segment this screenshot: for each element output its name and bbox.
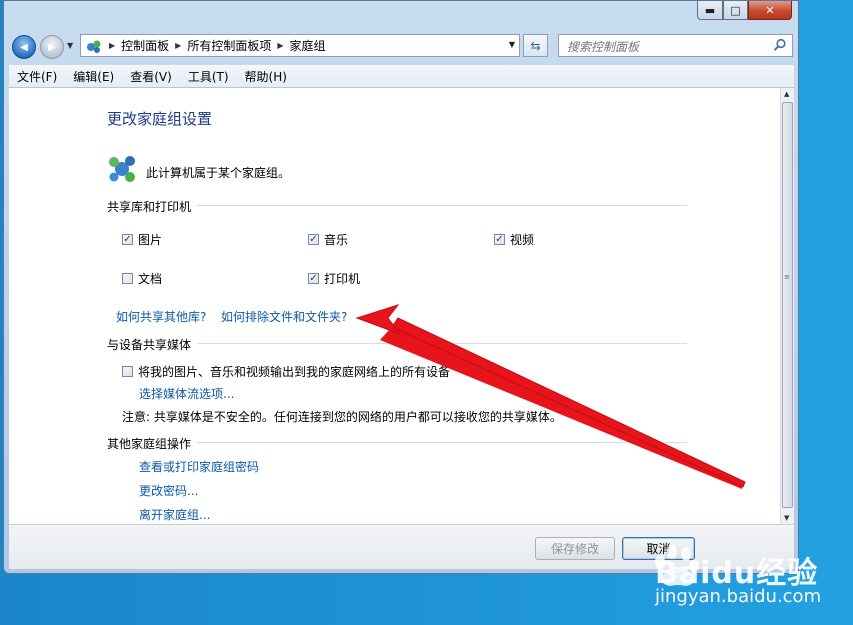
checkbox-unchecked-icon[interactable] [122,366,133,377]
share-documents-checkbox[interactable]: 文档 [122,270,162,287]
close-button[interactable]: ✕ [748,1,792,20]
minimize-button[interactable]: ▬ [697,1,723,20]
watermark-url: jingyan.baidu.com [655,586,822,607]
refresh-button[interactable]: ⇆ [523,34,548,57]
scroll-up-icon[interactable]: ▲ [784,90,789,98]
checkbox-checked-icon[interactable]: ✓ [122,234,133,245]
navigation-bar: ◀ ▶ ▼ ▶ 控制面板 ▶ 所有控制面板项 ▶ 家庭组 ▼ ⇆ [4,29,798,63]
menu-tools[interactable]: 工具(T) [180,68,237,85]
menu-edit[interactable]: 编辑(E) [65,68,122,85]
maximize-button[interactable]: □ [723,1,748,20]
section-divider [197,442,687,443]
address-bar[interactable]: ▶ 控制面板 ▶ 所有控制面板项 ▶ 家庭组 ▼ [80,34,520,57]
checkbox-checked-icon[interactable]: ✓ [308,234,319,245]
scroll-thumb[interactable] [782,102,793,508]
menu-view[interactable]: 查看(V) [122,68,180,85]
breadcrumb-all-items[interactable]: 所有控制面板项 [187,37,271,54]
breadcrumb-separator-icon[interactable]: ▶ [175,41,181,50]
media-streaming-label: 将我的图片、音乐和视频输出到我的家庭网络上的所有设备 [138,365,451,379]
leave-homegroup-link[interactable]: 离开家庭组... [139,506,210,523]
checkbox-unchecked-icon[interactable] [122,273,133,284]
section-divider [197,343,687,344]
section-divider [197,205,687,206]
content-pane: 更改家庭组设置 此计算机属于某个家庭组。 共享库和打印机 ✓ 图片 ✓ 音乐 ✓ 视频… [9,88,780,524]
share-documents-label: 文档 [138,272,163,286]
view-print-password-link[interactable]: 查看或打印家庭组密码 [139,458,259,475]
share-printers-checkbox[interactable]: ✓ 打印机 [308,270,360,287]
refresh-icon: ⇆ [530,38,541,53]
media-section-label: 与设备共享媒体 [107,338,192,352]
scroll-grip-icon: ≡ [784,273,790,281]
share-pictures-checkbox[interactable]: ✓ 图片 [122,231,162,248]
share-pictures-label: 图片 [138,233,163,247]
save-changes-button[interactable]: 保存修改 [535,537,615,560]
share-section-label: 共享库和打印机 [107,200,192,214]
share-videos-label: 视频 [510,233,535,247]
checkbox-checked-icon[interactable]: ✓ [494,234,505,245]
search-icon[interactable] [773,38,787,52]
page-title: 更改家庭组设置 [107,110,213,128]
breadcrumb-homegroup[interactable]: 家庭组 [290,37,326,54]
exclude-files-link[interactable]: 如何排除文件和文件夹? [221,308,347,325]
breadcrumb-control-panel[interactable]: 控制面板 [121,37,169,54]
back-arrow-icon: ◀ [20,41,28,53]
caption-buttons: ▬ □ ✕ [697,1,792,20]
forward-button[interactable]: ▶ [40,35,64,59]
other-section-label: 其他家庭组操作 [107,437,192,451]
change-password-link[interactable]: 更改密码... [139,482,198,499]
forward-arrow-icon: ▶ [48,41,56,53]
back-button[interactable]: ◀ [12,35,36,59]
share-other-libraries-link[interactable]: 如何共享其他库? [116,308,206,325]
address-dropdown-icon[interactable]: ▼ [509,40,515,49]
control-panel-window: ▬ □ ✕ ◀ ▶ ▼ ▶ 控制面板 ▶ 所有控制面板项 ▶ 家庭组 ▼ ⇆ 搜… [3,0,799,574]
media-options-link[interactable]: 选择媒体流选项... [139,385,234,402]
scroll-down-icon[interactable]: ▼ [784,514,789,522]
menu-file[interactable]: 文件(F) [9,68,65,85]
breadcrumb-separator-icon[interactable]: ▶ [109,41,115,50]
homegroup-icon [109,156,135,182]
menu-bar: 文件(F) 编辑(E) 查看(V) 工具(T) 帮助(H) [9,65,794,88]
security-note: 注意: 共享媒体是不安全的。任何连接到您的网络的用户都可以接收您的共享媒体。 [122,410,562,424]
share-printers-label: 打印机 [324,272,361,286]
share-music-label: 音乐 [324,233,349,247]
recent-pages-dropdown-icon[interactable]: ▼ [67,41,73,50]
homegroup-status-text: 此计算机属于某个家庭组。 [146,166,291,180]
breadcrumb-separator-icon[interactable]: ▶ [277,41,283,50]
share-videos-checkbox[interactable]: ✓ 视频 [494,231,534,248]
vertical-scrollbar[interactable]: ▲ ≡ ▼ [780,88,794,524]
checkbox-checked-icon[interactable]: ✓ [308,273,319,284]
menu-help[interactable]: 帮助(H) [237,68,295,85]
control-panel-icon [87,40,101,53]
search-box[interactable] [558,34,793,57]
media-streaming-checkbox[interactable]: 将我的图片、音乐和视频输出到我的家庭网络上的所有设备 [122,363,450,380]
share-music-checkbox[interactable]: ✓ 音乐 [308,231,348,248]
search-input[interactable] [565,36,769,57]
